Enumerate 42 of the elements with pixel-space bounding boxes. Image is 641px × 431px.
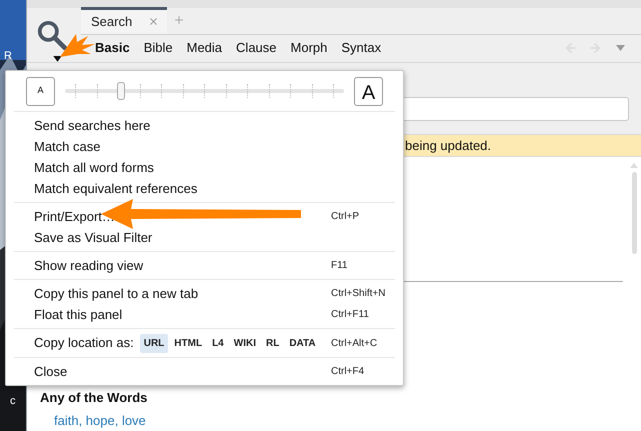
menu-item[interactable]: Match all word forms bbox=[6, 157, 403, 178]
desktop-label: R bbox=[4, 49, 12, 64]
larger-text-button[interactable]: A bbox=[354, 76, 383, 106]
shortcut-text: Ctrl+F11 bbox=[331, 308, 370, 322]
search-type-tab[interactable]: Bible bbox=[144, 38, 173, 58]
menu-item[interactable]: Save as Visual Filter bbox=[6, 227, 403, 248]
menu-item[interactable]: Float this panel Ctrl+F11 bbox=[6, 304, 403, 325]
scrollbar-thumb[interactable] bbox=[632, 172, 636, 254]
search-type-tab[interactable]: Syntax bbox=[341, 38, 382, 58]
shortcut-text: Ctrl+F4 bbox=[331, 365, 366, 379]
search-type-tab[interactable]: Basic bbox=[95, 38, 130, 58]
menu-item[interactable]: Show reading view F11 bbox=[6, 255, 403, 276]
smaller-text-button[interactable]: A bbox=[26, 76, 55, 106]
dropdown-caret-icon[interactable] bbox=[52, 56, 62, 62]
desktop-label: c bbox=[10, 394, 16, 409]
results-heading: Any of the Words bbox=[40, 388, 148, 407]
format-option[interactable]: DATA bbox=[285, 334, 320, 352]
shortcut-text: Ctrl+Alt+C bbox=[331, 336, 378, 350]
menu-item[interactable]: Copy this panel to a new tab Ctrl+Shift+N bbox=[6, 283, 403, 304]
search-type-tab[interactable]: Clause bbox=[236, 38, 277, 58]
shortcut-text: Ctrl+P bbox=[331, 210, 360, 224]
search-type-tab[interactable]: Media bbox=[186, 38, 222, 58]
format-option[interactable]: HTML bbox=[170, 334, 206, 352]
slider-thumb[interactable] bbox=[116, 82, 125, 100]
menu-item[interactable]: Send searches here bbox=[6, 115, 403, 136]
format-option[interactable]: L4 bbox=[208, 334, 228, 352]
copy-location-label: Copy location as: bbox=[34, 334, 134, 352]
annotation-arrow bbox=[60, 32, 96, 58]
format-option[interactable]: RL bbox=[262, 334, 284, 352]
search-terms-link[interactable]: faith, hope, love bbox=[40, 411, 627, 431]
search-type-tab[interactable]: Morph bbox=[290, 38, 328, 58]
add-tab-icon[interactable] bbox=[173, 14, 186, 26]
menu-item[interactable]: Match equivalent references bbox=[6, 178, 403, 199]
shortcut-text: Ctrl+Shift+N bbox=[331, 287, 386, 301]
format-option[interactable]: WIKI bbox=[230, 334, 260, 352]
format-option[interactable]: URL bbox=[140, 334, 168, 352]
shortcut-text: F11 bbox=[331, 259, 348, 273]
menu-item[interactable]: Close Ctrl+F4 bbox=[6, 361, 403, 382]
close-icon[interactable] bbox=[148, 16, 160, 28]
text-size-slider[interactable] bbox=[65, 81, 344, 101]
scroll-up-icon[interactable] bbox=[630, 162, 638, 168]
panel-tab[interactable]: Search bbox=[81, 6, 168, 34]
